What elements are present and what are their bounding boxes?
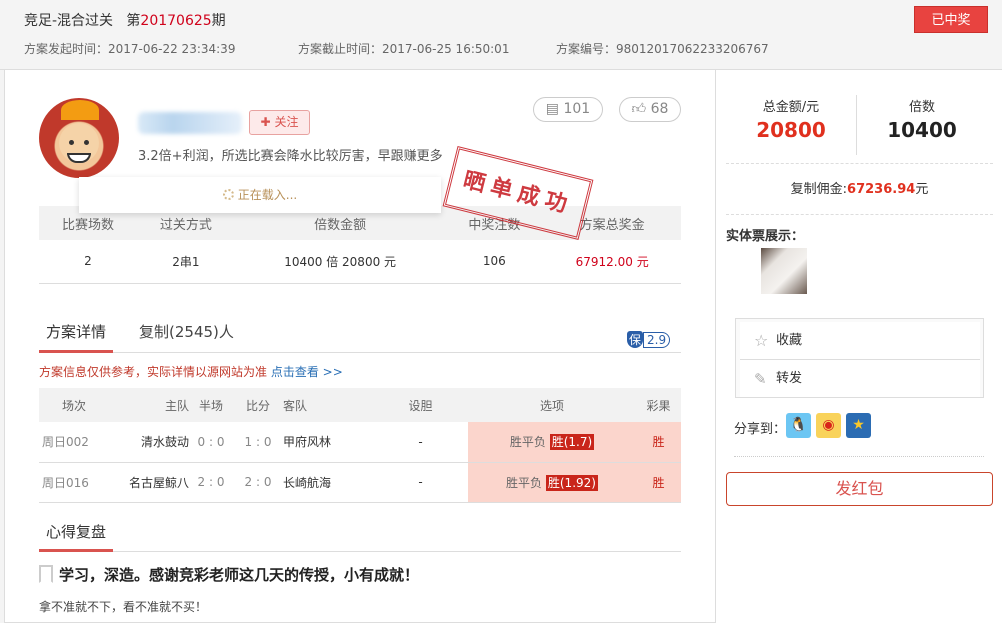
table-row: 周日002 清水鼓动 0 : 0 1 : 0 甲府风林 - 胜平负 胜(1.7)…	[39, 422, 681, 462]
option-cell: 胜平负 胜(1.7)	[468, 422, 636, 462]
option-cell: 胜平负 胜(1.92)	[468, 462, 636, 502]
banker: -	[373, 422, 468, 462]
away-team: 甲府风林	[283, 422, 373, 462]
guarantee-badge: 保2.9	[627, 331, 670, 348]
half-score: 2 : 0	[189, 462, 233, 502]
notice: 方案信息仅供参考，实际详情以源网站为准 点击查看 >>	[39, 363, 343, 380]
pick: 胜(1.7)	[550, 434, 594, 450]
review-section-header: 心得复盘	[39, 518, 681, 552]
banker: -	[373, 462, 468, 502]
summary-table: 比赛场数 过关方式 倍数金额 中奖注数 方案总奖金 2 2串1 10400 倍 …	[39, 206, 681, 284]
qq-icon[interactable]: 🐧	[786, 413, 811, 438]
qzone-icon[interactable]: ★	[846, 413, 871, 438]
total-prize: 67912.00 元	[543, 240, 681, 283]
comment-icon: ▤	[546, 101, 559, 117]
star-icon: ☆	[754, 322, 768, 360]
result: 胜	[636, 462, 681, 502]
won-status-button[interactable]: 已中奖	[914, 6, 988, 33]
pick: 胜(1.92)	[546, 475, 598, 491]
tab-copiers[interactable]: 复制(2545)人	[139, 318, 234, 353]
follow-button[interactable]: ✚ 关注	[249, 110, 310, 135]
page-title: 竞足-混合过关 第20170625期	[24, 10, 226, 30]
col-header: 比分	[233, 388, 283, 422]
home-team: 清水鼓动	[109, 422, 189, 462]
plan-id: 方案编号：98012017062233206767	[556, 40, 769, 57]
match-count: 2	[39, 240, 137, 283]
multiple-value: 10400	[857, 118, 987, 142]
match-id: 周日002	[39, 422, 109, 462]
away-team: 长崎航海	[283, 462, 373, 502]
end-time: 方案截止时间：2017-06-25 16:50:01	[298, 40, 509, 57]
divider	[726, 214, 993, 215]
bookmark-icon	[39, 565, 53, 583]
col-header: 主队	[109, 388, 189, 422]
total-amount-label: 总金额/元	[726, 96, 856, 115]
username-blurred[interactable]	[138, 112, 242, 134]
full-score: 2 : 0	[233, 462, 283, 502]
plan-description: 3.2倍+利润，所选比赛会降水比较厉害，早跟赚更多	[138, 145, 443, 164]
multiple-label: 倍数	[857, 96, 987, 115]
plus-icon: ✚	[261, 115, 271, 129]
col-header: 场次	[39, 388, 109, 422]
edit-icon: ✎	[754, 360, 767, 398]
divider	[734, 456, 984, 457]
action-box: ☆收藏 ✎转发	[735, 318, 984, 398]
winning-bets: 106	[445, 240, 543, 283]
ticket-thumbnail[interactable]	[761, 248, 807, 294]
tab-bar: 方案详情 复制(2545)人	[39, 318, 681, 353]
col-header: 半场	[189, 388, 233, 422]
weibo-icon[interactable]: ◉	[816, 413, 841, 438]
forward-button[interactable]: ✎转发	[740, 359, 980, 397]
full-score: 1 : 0	[233, 422, 283, 462]
divider	[726, 163, 993, 164]
ticket-label: 实体票展示：	[726, 225, 804, 244]
shield-icon: 保	[627, 331, 643, 348]
col-header: 设胆	[373, 388, 468, 422]
avatar[interactable]	[39, 98, 119, 178]
result: 胜	[636, 422, 681, 462]
send-red-packet-button[interactable]: 发红包	[726, 472, 993, 506]
review-title: 心得复盘	[39, 518, 113, 552]
favorite-button[interactable]: ☆收藏	[740, 322, 980, 360]
col-header: 彩果	[636, 388, 681, 422]
thumbs-up-icon: 👍︎	[632, 101, 647, 117]
multiple-amount: 10400 倍 20800 元	[235, 240, 446, 283]
table-row: 2 2串1 10400 倍 20800 元 106 67912.00 元	[39, 240, 681, 283]
spinner-icon	[223, 189, 234, 200]
table-row: 周日016 名古屋鲸八 2 : 0 2 : 0 长崎航海 - 胜平负 胜(1.9…	[39, 462, 681, 502]
commission: 复制佣金:67236.94元	[726, 178, 993, 197]
issue-number: 20170625	[140, 13, 211, 29]
loading-popup: 正在载入...	[79, 177, 441, 213]
review-text: 拿不准就不下，看不准就不买！	[39, 598, 207, 615]
match-table: 场次 主队 半场 比分 客队 设胆 选项 彩果 周日002 清水鼓动 0 : 0…	[39, 388, 681, 503]
tab-plan-details[interactable]: 方案详情	[39, 318, 113, 353]
start-time: 方案发起时间：2017-06-22 23:34:39	[24, 40, 235, 57]
match-id: 周日016	[39, 462, 109, 502]
col-header: 客队	[283, 388, 373, 422]
home-team: 名古屋鲸八	[109, 462, 189, 502]
half-score: 0 : 0	[189, 422, 233, 462]
view-source-link[interactable]: 点击查看 >>	[271, 365, 343, 379]
pass-type: 2串1	[137, 240, 235, 283]
like-button[interactable]: 👍︎ 68	[619, 97, 681, 122]
review-headline: 学习，深造。感谢竞彩老师这几天的传授，小有成就！	[39, 564, 419, 585]
comment-button[interactable]: ▤ 101	[533, 97, 603, 122]
col-header: 选项	[468, 388, 636, 422]
total-amount: 20800	[726, 118, 856, 142]
share-label: 分享到：	[734, 418, 786, 437]
